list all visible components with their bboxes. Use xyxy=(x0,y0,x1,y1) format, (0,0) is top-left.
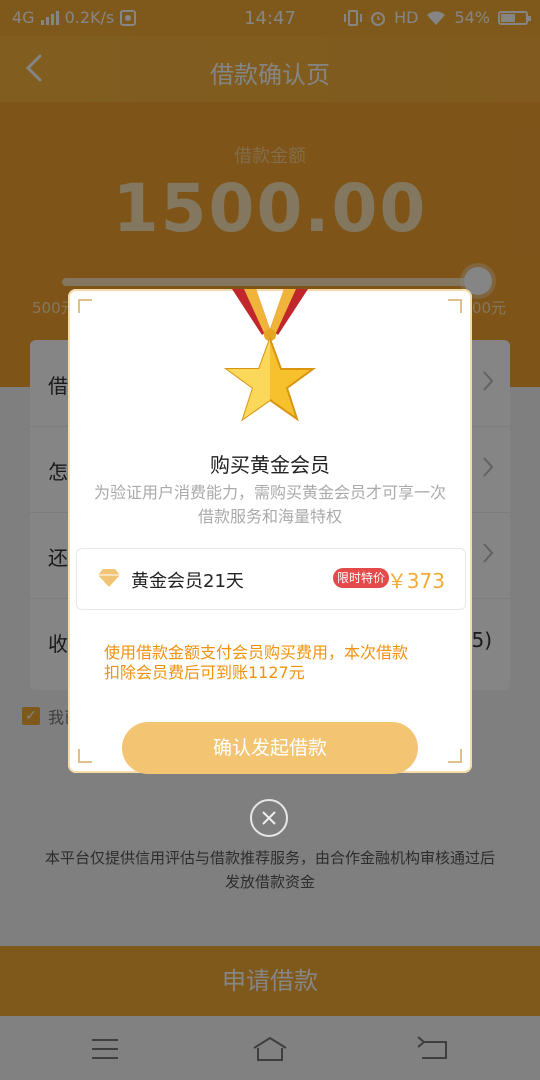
membership-modal: 购买黄金会员 为验证用户消费能力，需购买黄金会员才可享一次借款服务和海量特权 黄… xyxy=(68,289,472,774)
corner-decoration xyxy=(448,749,462,763)
corner-decoration xyxy=(448,299,462,313)
diamond-icon xyxy=(98,569,120,587)
plan-name: 黄金会员21天 xyxy=(131,571,244,592)
modal-title: 购买黄金会员 xyxy=(210,453,330,477)
plan-price: ￥373 xyxy=(386,569,445,593)
deduction-notice: 使用借款金额支付会员购买费用，本次借款 扣除会员费后可到账1127元 xyxy=(104,643,434,683)
confirm-loan-button[interactable]: 确认发起借款 xyxy=(122,722,418,774)
modal-description: 为验证用户消费能力，需购买黄金会员才可享一次借款服务和海量特权 xyxy=(93,483,446,526)
gold-medal-icon xyxy=(223,289,317,422)
corner-decoration xyxy=(78,299,92,313)
sale-badge: 限时特价 xyxy=(333,568,390,588)
corner-decoration xyxy=(78,749,92,763)
notice-line: 使用借款金额支付会员购买费用，本次借款 xyxy=(104,643,409,662)
membership-plan-option[interactable]: 黄金会员21天 限时特价 ￥373 xyxy=(76,548,466,610)
close-modal-button[interactable] xyxy=(250,799,288,837)
close-icon xyxy=(262,811,276,825)
notice-line: 扣除会员费后可到账1127元 xyxy=(104,663,305,682)
